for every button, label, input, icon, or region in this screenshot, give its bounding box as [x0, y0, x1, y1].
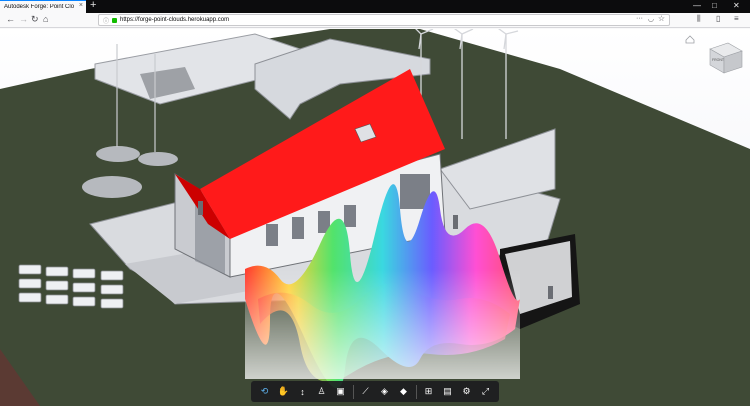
- person: [198, 201, 203, 215]
- measure-icon[interactable]: ⟋: [359, 385, 373, 399]
- explode-icon[interactable]: ◆: [397, 385, 411, 399]
- zoom-icon[interactable]: ↕: [296, 385, 310, 399]
- toolbar-separator: [352, 384, 354, 399]
- url-text: https://forge-point-clouds.herokuapp.com: [120, 17, 230, 23]
- url-bar[interactable]: ⓘ https://forge-point-clouds.herokuapp.c…: [98, 14, 670, 26]
- back-icon[interactable]: ←: [6, 14, 15, 24]
- section-icon[interactable]: ◈: [378, 385, 392, 399]
- orbit-icon[interactable]: ⟲: [258, 385, 272, 399]
- pocket-icon[interactable]: ◡: [648, 15, 654, 23]
- person: [453, 215, 458, 229]
- pad: [82, 176, 142, 198]
- pad: [96, 146, 140, 162]
- person: [548, 286, 553, 299]
- properties-icon[interactable]: ▤: [441, 385, 455, 399]
- forge-viewer-canvas[interactable]: FRONT: [0, 29, 750, 406]
- browser-tab-bar: Autodesk Forge: Point Cloud Demo × + — □…: [0, 0, 750, 13]
- viewcube-label: FRONT: [712, 58, 725, 62]
- browser-nav-bar: ← → ↻ ⌂ ⓘ https://forge-point-clouds.her…: [0, 13, 750, 28]
- forward-icon[interactable]: →: [19, 14, 28, 24]
- gear-icon[interactable]: ⚙: [460, 385, 474, 399]
- close-window-button[interactable]: ✕: [733, 1, 740, 10]
- browser-tab[interactable]: Autodesk Forge: Point Cloud Demo ×: [0, 0, 86, 13]
- maximize-button[interactable]: □: [712, 1, 717, 10]
- scene-render: FRONT: [0, 29, 750, 406]
- minimize-button[interactable]: —: [693, 1, 701, 10]
- page-actions-icon[interactable]: ···: [636, 15, 643, 22]
- new-tab-button[interactable]: +: [90, 0, 96, 11]
- library-icon[interactable]: ⫼: [697, 14, 701, 24]
- home-icon[interactable]: ⌂: [43, 14, 48, 24]
- lock-icon: [112, 17, 118, 23]
- sidebar-icon[interactable]: ▯: [716, 14, 720, 23]
- pad: [138, 152, 178, 166]
- toolbar-separator: [415, 384, 417, 399]
- fullscreen-icon[interactable]: ⤢: [479, 385, 493, 399]
- bookmark-star-icon[interactable]: ☆: [658, 14, 665, 23]
- viewcube[interactable]: FRONT: [709, 42, 743, 74]
- pan-icon[interactable]: ✋: [277, 385, 291, 399]
- camera-icon[interactable]: ▣: [334, 385, 348, 399]
- reload-icon[interactable]: ↻: [31, 14, 39, 25]
- viewer-toolbar: ⟲ ✋ ↕ ♙ ▣ ⟋ ◈ ◆ ⊞ ▤ ⚙ ⤢: [251, 381, 499, 402]
- menu-icon[interactable]: ≡: [734, 14, 739, 23]
- model-browser-icon[interactable]: ⊞: [422, 385, 436, 399]
- site-info-icon[interactable]: ⓘ: [103, 16, 109, 25]
- tab-title: Autodesk Forge: Point Cloud Demo: [4, 4, 74, 10]
- first-person-icon[interactable]: ♙: [315, 385, 329, 399]
- viewcube-home-icon[interactable]: [685, 35, 695, 44]
- tab-close-icon[interactable]: ×: [79, 2, 83, 9]
